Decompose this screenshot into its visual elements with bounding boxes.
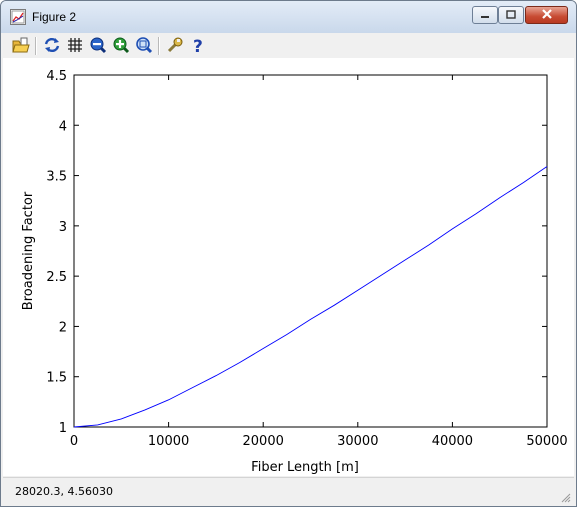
zoom-fit-button[interactable] xyxy=(135,36,153,57)
x-tick-label: 10000 xyxy=(148,434,189,449)
y-axis-label: Broadening Factor xyxy=(21,191,36,310)
figure-window: Figure 2 ? 0 10000 20000 30000 40000 500… xyxy=(0,0,577,507)
y-tick-label: 2.5 xyxy=(46,270,67,285)
x-tick-label: 20000 xyxy=(243,434,284,449)
x-tick-label: 50000 xyxy=(526,434,567,449)
status-bar: 28020.3, 4.56030 xyxy=(3,477,574,505)
y-tick-label: 1 xyxy=(59,421,67,436)
help-icon: ? xyxy=(189,36,207,57)
svg-text:?: ? xyxy=(193,37,203,54)
minimize-button[interactable] xyxy=(472,6,498,24)
toolbar-separator xyxy=(158,37,160,55)
x-tick-label: 30000 xyxy=(337,434,378,449)
zoom-out-button[interactable] xyxy=(89,37,107,55)
y-tick-label: 3.5 xyxy=(46,170,67,185)
open-file-button[interactable] xyxy=(12,37,30,55)
grid-icon xyxy=(66,36,84,57)
zoom-fit-icon xyxy=(135,36,153,57)
y-tick-label: 1.5 xyxy=(46,371,67,386)
toolbar-separator xyxy=(35,37,37,55)
close-icon xyxy=(541,8,553,22)
figure-app-icon xyxy=(10,9,26,25)
open-file-icon xyxy=(12,36,30,57)
x-axis-label: Fiber Length [m] xyxy=(251,460,359,475)
maximize-icon xyxy=(506,8,516,22)
grid-button[interactable] xyxy=(66,37,84,55)
minimize-icon xyxy=(480,8,490,22)
y-tick-label: 4 xyxy=(59,119,67,134)
maximize-button[interactable] xyxy=(498,6,524,24)
refresh-icon xyxy=(43,36,61,57)
line-chart: 0 10000 20000 30000 40000 50000 1 1.5 2 2.5 3 3.5 4… xyxy=(21,69,568,475)
plot-area[interactable]: 0 10000 20000 30000 40000 50000 1 1.5 2 2.5 3 3.5 4… xyxy=(3,58,574,476)
y-tick-label: 4.5 xyxy=(46,69,67,84)
zoom-in-icon xyxy=(112,36,130,57)
close-button[interactable] xyxy=(525,6,568,24)
zoom-in-button[interactable] xyxy=(112,37,130,55)
zoom-out-icon xyxy=(89,36,107,57)
cursor-coordinates: 28020.3, 4.56030 xyxy=(15,485,113,498)
figure-toolbar: ? xyxy=(3,33,574,58)
axes-box xyxy=(73,74,548,428)
settings-button[interactable] xyxy=(166,37,184,55)
y-tick-label: 2 xyxy=(59,320,67,335)
y-tick-label: 3 xyxy=(59,220,67,235)
wrench-icon xyxy=(166,36,184,57)
x-tick-label: 0 xyxy=(70,434,78,449)
x-tick-label: 40000 xyxy=(432,434,473,449)
title-bar[interactable]: Figure 2 xyxy=(1,1,576,33)
help-button[interactable]: ? xyxy=(189,36,207,57)
window-title: Figure 2 xyxy=(32,10,77,24)
refresh-button[interactable] xyxy=(43,37,61,55)
resize-grip-icon[interactable] xyxy=(561,492,571,503)
